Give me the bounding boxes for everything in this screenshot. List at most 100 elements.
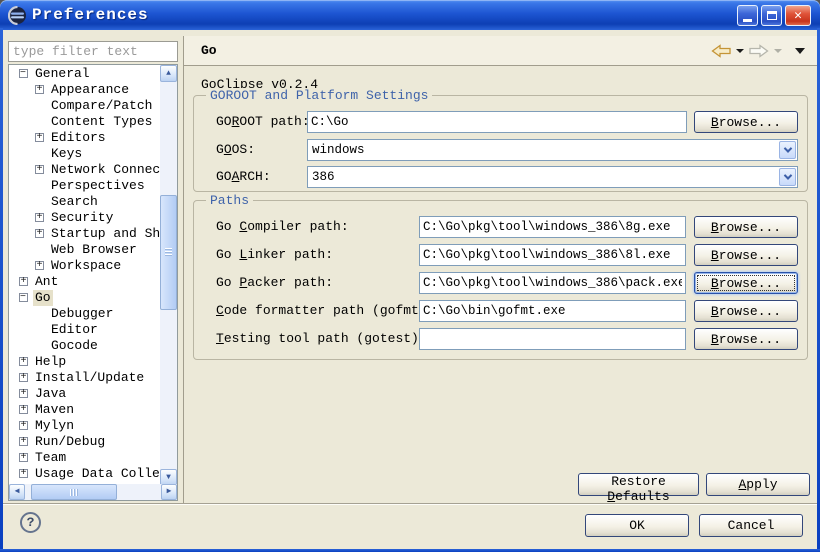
tree-item[interactable]: Run/Debug xyxy=(9,434,160,450)
tree-item-label: Editors xyxy=(49,130,108,146)
expander-icon[interactable] xyxy=(35,85,44,94)
tree-item[interactable]: Gocode xyxy=(9,338,160,354)
go-compiler-browse-button[interactable]: Browse... xyxy=(694,216,798,238)
tree-item[interactable]: Security xyxy=(9,210,160,226)
go-packer-browse-button[interactable]: Browse... xyxy=(694,272,798,294)
goroot-browse-button[interactable]: Browse... xyxy=(694,111,798,133)
tree-item[interactable]: Java xyxy=(9,386,160,402)
tree-item-label: General xyxy=(33,66,92,82)
close-button[interactable]: ✕ xyxy=(785,5,811,26)
cancel-button[interactable]: Cancel xyxy=(699,514,803,537)
go-packer-path-input[interactable] xyxy=(419,272,686,294)
page-nav-toolbar xyxy=(711,36,805,66)
gotest-browse-button[interactable]: Browse... xyxy=(694,328,798,350)
expander-icon[interactable] xyxy=(19,453,28,462)
tree-item[interactable]: Content Types xyxy=(9,114,160,130)
window-title: Preferences xyxy=(32,0,149,30)
expander-icon[interactable] xyxy=(19,437,28,446)
tree-item[interactable]: Workspace xyxy=(9,258,160,274)
vertical-scroll-thumb[interactable] xyxy=(160,195,177,310)
ok-button[interactable]: OK xyxy=(585,514,689,537)
gofmt-browse-button[interactable]: Browse... xyxy=(694,300,798,322)
tree-item[interactable]: Network Connect xyxy=(9,162,160,178)
goarch-combo[interactable]: 386 xyxy=(307,166,798,188)
go-compiler-path-input[interactable] xyxy=(419,216,686,238)
maximize-button[interactable] xyxy=(761,5,782,26)
tree-item[interactable]: Mylyn xyxy=(9,418,160,434)
horizontal-scroll-thumb[interactable] xyxy=(31,484,117,500)
expander-icon[interactable] xyxy=(19,389,28,398)
tree-item[interactable]: Install/Update xyxy=(9,370,160,386)
gofmt-path-input[interactable] xyxy=(419,300,686,322)
tree-item[interactable]: Debugger xyxy=(9,306,160,322)
view-menu-icon[interactable] xyxy=(795,48,805,54)
tree-item[interactable]: Editor xyxy=(9,322,160,338)
tree-item[interactable]: Maven xyxy=(9,402,160,418)
tree-item[interactable]: Editors xyxy=(9,130,160,146)
tree-item[interactable]: Ant xyxy=(9,274,160,290)
scroll-left-icon[interactable]: ◀ xyxy=(9,484,25,500)
filter-input[interactable] xyxy=(8,41,178,62)
forward-dropdown-icon[interactable] xyxy=(774,49,782,53)
window-border xyxy=(0,28,3,552)
tree-item-label: Startup and Shu xyxy=(49,226,160,242)
expander-icon[interactable] xyxy=(19,373,28,382)
tree-item[interactable]: Keys xyxy=(9,146,160,162)
goos-label: GOOS: xyxy=(216,142,255,157)
page-header: Go xyxy=(184,36,817,66)
expander-icon[interactable] xyxy=(19,469,28,478)
tree-item[interactable]: Appearance xyxy=(9,82,160,98)
tree-item[interactable]: Go xyxy=(9,290,160,306)
tree-item[interactable]: Perspectives xyxy=(9,178,160,194)
back-arrow-icon[interactable] xyxy=(711,44,731,58)
tree-vertical-scrollbar[interactable]: ▲ ▼ xyxy=(160,65,177,486)
tree-item[interactable]: Search xyxy=(9,194,160,210)
scroll-up-icon[interactable]: ▲ xyxy=(160,65,177,82)
titlebar: Preferences ✕ xyxy=(0,0,820,30)
tree-item[interactable]: Startup and Shu xyxy=(9,226,160,242)
tree-horizontal-scrollbar[interactable]: ◀ ▶ xyxy=(9,484,177,500)
tree-item[interactable]: Help xyxy=(9,354,160,370)
restore-defaults-button[interactable]: Restore Defaults xyxy=(578,473,699,496)
gofmt-path-label: Code formatter path (gofmt): xyxy=(216,303,434,318)
combo-dropdown-button[interactable] xyxy=(779,141,796,159)
paths-group: Paths Go Compiler path: Browse... Go Lin… xyxy=(193,200,808,360)
go-linker-path-input[interactable] xyxy=(419,244,686,266)
goroot-path-input[interactable] xyxy=(307,111,687,133)
tree-item-label: Go xyxy=(33,290,53,306)
expander-icon[interactable] xyxy=(35,261,44,270)
scroll-right-icon[interactable]: ▶ xyxy=(161,484,177,500)
apply-button[interactable]: Apply xyxy=(706,473,810,496)
expander-icon[interactable] xyxy=(35,133,44,142)
expander-icon[interactable] xyxy=(35,165,44,174)
goos-combo[interactable]: windows xyxy=(307,139,798,161)
help-button[interactable]: ? xyxy=(20,512,41,533)
form-row: Go Linker path: Browse... xyxy=(194,244,807,266)
tree-item[interactable]: Usage Data Collect xyxy=(9,466,160,482)
forward-arrow-icon[interactable] xyxy=(749,44,769,58)
back-dropdown-icon[interactable] xyxy=(736,49,744,53)
gotest-path-input[interactable] xyxy=(419,328,686,350)
expander-icon[interactable] xyxy=(19,357,28,366)
expander-icon[interactable] xyxy=(35,229,44,238)
tree-item-label: Gocode xyxy=(49,338,100,354)
tree-item[interactable]: General xyxy=(9,66,160,82)
gotest-path-label: Testing tool path (gotest): xyxy=(216,331,427,346)
expander-icon[interactable] xyxy=(19,405,28,414)
tree-item-label: Maven xyxy=(33,402,76,418)
combo-dropdown-button[interactable] xyxy=(779,168,796,186)
tree-item-label: Debugger xyxy=(49,306,115,322)
tree-item[interactable]: Team xyxy=(9,450,160,466)
expander-icon[interactable] xyxy=(19,293,28,302)
tree-item[interactable]: Web Browser xyxy=(9,242,160,258)
tree-item-label: Perspectives xyxy=(49,178,147,194)
expander-icon[interactable] xyxy=(19,277,28,286)
expander-icon[interactable] xyxy=(35,213,44,222)
minimize-button[interactable] xyxy=(737,5,758,26)
tree-item[interactable]: Compare/Patch xyxy=(9,98,160,114)
expander-icon[interactable] xyxy=(19,421,28,430)
tree-item-label: Editor xyxy=(49,322,100,338)
expander-icon[interactable] xyxy=(19,69,28,78)
go-linker-browse-button[interactable]: Browse... xyxy=(694,244,798,266)
goroot-path-label: GOROOT path: xyxy=(216,114,310,129)
